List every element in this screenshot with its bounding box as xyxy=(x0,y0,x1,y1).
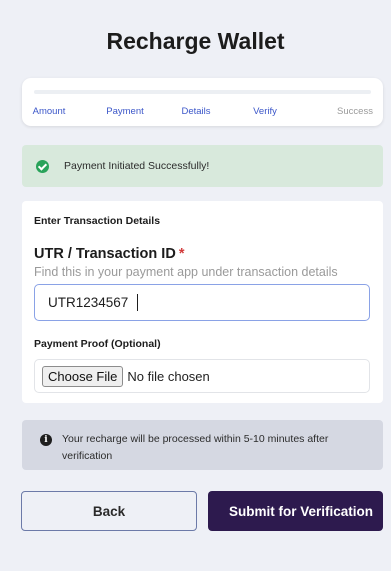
utr-input[interactable] xyxy=(34,284,370,321)
info-message: Your recharge will be processed within 5… xyxy=(62,433,329,462)
info-alert: i Your recharge will be processed within… xyxy=(22,420,383,470)
progress-stepper: Amount Payment Details Verify Success xyxy=(22,78,383,126)
check-circle-icon xyxy=(36,159,49,173)
page-title: Recharge Wallet xyxy=(106,28,285,54)
text-caret xyxy=(137,294,138,311)
step-details: Details xyxy=(181,106,211,117)
step-amount: Amount xyxy=(32,106,66,117)
no-file-text: No file chosen xyxy=(127,368,210,384)
submit-verification-button[interactable]: Submit for Verification xyxy=(208,491,383,531)
step-verify: Verify xyxy=(253,106,277,117)
back-button[interactable]: Back xyxy=(21,491,197,531)
step-success: Success xyxy=(337,106,373,117)
success-alert: Payment Initiated Successfully! xyxy=(22,145,383,187)
utr-label-text: UTR / Transaction ID xyxy=(34,246,176,262)
stepper-track xyxy=(34,90,371,94)
section-title: Enter Transaction Details xyxy=(34,215,161,227)
proof-label: Payment Proof (Optional) xyxy=(34,338,161,350)
utr-hint: Find this in your payment app under tran… xyxy=(34,265,338,279)
choose-file-button[interactable]: Choose File xyxy=(42,365,124,387)
info-icon: i xyxy=(40,434,52,446)
required-mark: * xyxy=(178,246,185,262)
submit-label: Submit for Verification xyxy=(229,503,374,519)
utr-label: UTR / Transaction ID * xyxy=(34,246,184,262)
transaction-form: Enter Transaction Details UTR / Transact… xyxy=(22,201,383,403)
step-payment: Payment xyxy=(106,106,144,117)
file-input[interactable]: Choose File No file chosen xyxy=(34,359,370,393)
success-message: Payment Initiated Successfully! xyxy=(64,160,210,172)
